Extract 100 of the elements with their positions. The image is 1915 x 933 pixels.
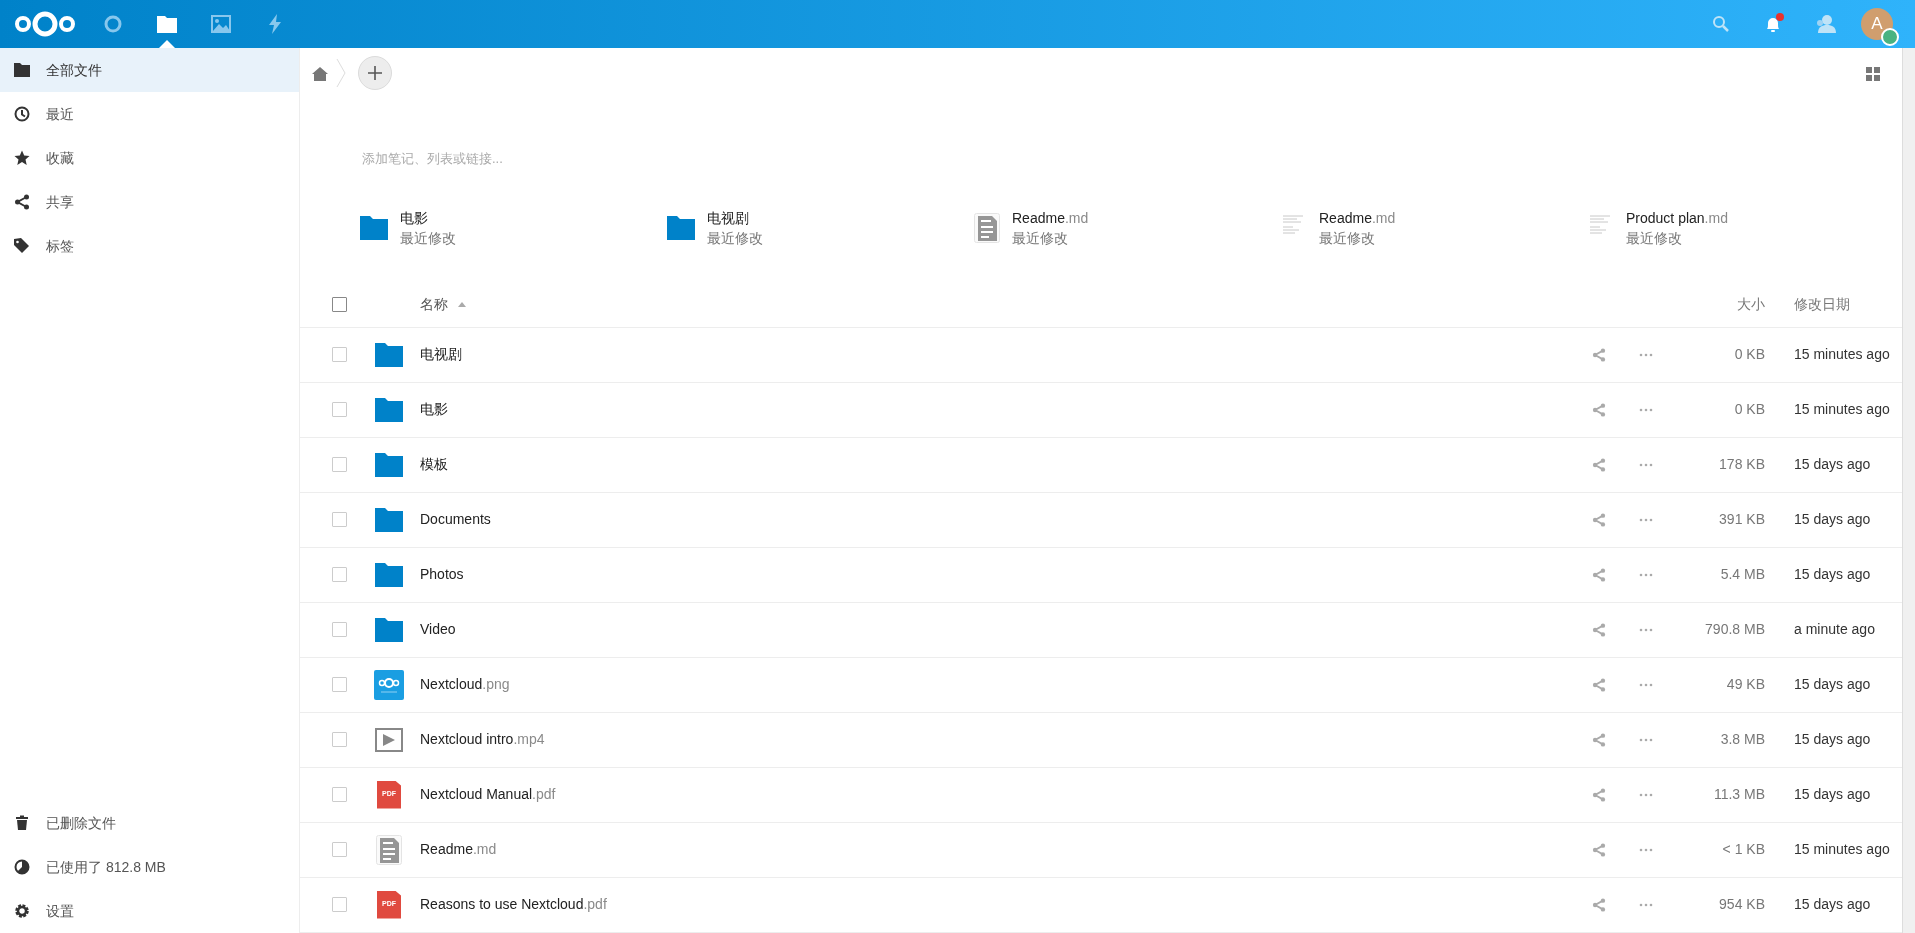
file-name[interactable]: Photos	[420, 566, 464, 582]
checkbox[interactable]	[331, 567, 347, 582]
share-icon[interactable]	[1591, 402, 1606, 417]
sidebar-item[interactable]: 标签	[0, 224, 299, 268]
sidebar-item[interactable]: 已使用了 812.8 MB	[0, 845, 299, 889]
modified-date: 15 days ago	[1793, 675, 1872, 694]
share-icon[interactable]	[1591, 512, 1606, 527]
share-icon[interactable]	[1591, 732, 1606, 747]
sidebar-item[interactable]: 已删除文件	[0, 801, 299, 845]
more-icon[interactable]	[1638, 902, 1653, 907]
more-icon[interactable]	[1638, 572, 1653, 577]
file-name[interactable]: Documents	[420, 511, 491, 527]
recent-file[interactable]: 电视剧 最近修改	[667, 207, 974, 248]
modified-date: 15 minutes ago	[1793, 345, 1891, 364]
share-icon[interactable]	[1591, 347, 1606, 362]
share-icon[interactable]	[1591, 622, 1606, 637]
add-button[interactable]	[358, 56, 392, 90]
folder-icon	[375, 507, 403, 532]
checkbox[interactable]	[331, 347, 347, 362]
more-icon[interactable]	[1638, 682, 1653, 687]
folder-icon[interactable]	[157, 15, 177, 33]
checkbox[interactable]	[331, 512, 347, 527]
share-icon[interactable]	[1591, 897, 1606, 912]
trash-icon	[14, 815, 30, 831]
file-name[interactable]: Video	[420, 621, 456, 637]
recent-file[interactable]: Readme.md 最近修改	[974, 207, 1281, 248]
share-icon[interactable]	[1591, 842, 1606, 857]
more-icon[interactable]	[1638, 627, 1653, 632]
recent-file[interactable]: Readme.md 最近修改	[1281, 207, 1588, 248]
more-icon[interactable]	[1638, 462, 1653, 467]
checkbox[interactable]	[331, 457, 347, 472]
column-header[interactable]: 名称	[420, 293, 448, 315]
checkbox[interactable]	[331, 296, 347, 312]
grid-icon	[1866, 66, 1880, 81]
checkbox[interactable]	[331, 622, 347, 637]
image-icon[interactable]	[211, 15, 231, 33]
file-size: 178 KB	[1718, 455, 1765, 474]
circle-icon[interactable]	[103, 14, 123, 34]
column-header[interactable]: 修改日期	[1765, 293, 1902, 315]
more-icon[interactable]	[1638, 517, 1653, 522]
checkbox[interactable]	[331, 897, 347, 912]
lightning-icon[interactable]	[268, 14, 282, 34]
folder-icon	[375, 617, 403, 642]
file-size: 11.3 MB	[1712, 785, 1765, 804]
share-icon[interactable]	[1591, 457, 1606, 472]
folder-icon	[375, 562, 403, 587]
recent-file[interactable]: Product plan.md 最近修改	[1588, 207, 1895, 248]
file-name[interactable]: Nextcloud.png	[420, 676, 510, 692]
sidebar-item[interactable]: 设置	[0, 889, 299, 933]
file-name[interactable]: Readme.md	[420, 841, 497, 857]
checkbox[interactable]	[331, 787, 347, 802]
modified-date: 15 days ago	[1793, 895, 1872, 914]
folder-icon	[375, 342, 403, 367]
more-icon[interactable]	[1638, 352, 1653, 357]
modified-date: 15 days ago	[1793, 455, 1872, 474]
modified-date: 15 days ago	[1793, 565, 1872, 584]
file-size: < 1 KB	[1721, 840, 1765, 859]
checkbox[interactable]	[331, 402, 347, 417]
checkbox[interactable]	[331, 842, 347, 857]
file-size: 49 KB	[1725, 675, 1765, 694]
file-name[interactable]: 电视剧	[420, 346, 462, 362]
more-icon[interactable]	[1638, 792, 1653, 797]
pie-icon	[14, 859, 30, 875]
checkbox[interactable]	[331, 677, 347, 692]
file-name[interactable]: Reasons to use Nextcloud.pdf	[420, 896, 607, 912]
share-icon[interactable]	[1591, 677, 1606, 692]
recent-file[interactable]: 电影 最近修改	[360, 207, 667, 248]
checkbox[interactable]	[331, 732, 347, 747]
share-icon[interactable]	[1591, 567, 1606, 582]
file-caption: 最近修改	[1319, 228, 1376, 248]
folder-icon	[14, 62, 30, 78]
sidebar-item[interactable]: 最近	[0, 92, 299, 136]
file-name[interactable]: 模板	[420, 456, 448, 472]
settings-icon	[14, 903, 30, 919]
document-icon	[974, 212, 1000, 243]
share-icon	[14, 194, 30, 210]
sidebar-item[interactable]: 收藏	[0, 136, 299, 180]
more-icon[interactable]	[1638, 847, 1653, 852]
scrollbar[interactable]	[1902, 48, 1915, 933]
file-caption: 最近修改	[1012, 228, 1069, 248]
file-name: 电视剧	[707, 208, 750, 228]
file-name[interactable]: 电影	[420, 401, 448, 417]
file-size: 954 KB	[1718, 895, 1765, 914]
modified-date: 15 days ago	[1793, 730, 1872, 749]
share-icon[interactable]	[1591, 787, 1606, 802]
sidebar-item[interactable]: 全部文件	[0, 48, 299, 92]
breadcrumb-separator	[336, 58, 346, 88]
folder-icon	[375, 452, 403, 477]
sidebar-item[interactable]: 共享	[0, 180, 299, 224]
file-name: Product plan.md	[1626, 208, 1728, 228]
file-name[interactable]: Nextcloud intro.mp4	[420, 731, 545, 747]
more-icon[interactable]	[1638, 407, 1653, 412]
more-icon[interactable]	[1638, 737, 1653, 742]
document-icon	[376, 834, 402, 865]
file-size: 790.8 MB	[1704, 620, 1765, 639]
search-icon	[1712, 15, 1730, 33]
column-header[interactable]: 大小	[1669, 293, 1765, 315]
file-name[interactable]: Nextcloud Manual.pdf	[420, 786, 556, 802]
star-icon	[14, 150, 30, 166]
file-name: 电影	[400, 208, 429, 228]
